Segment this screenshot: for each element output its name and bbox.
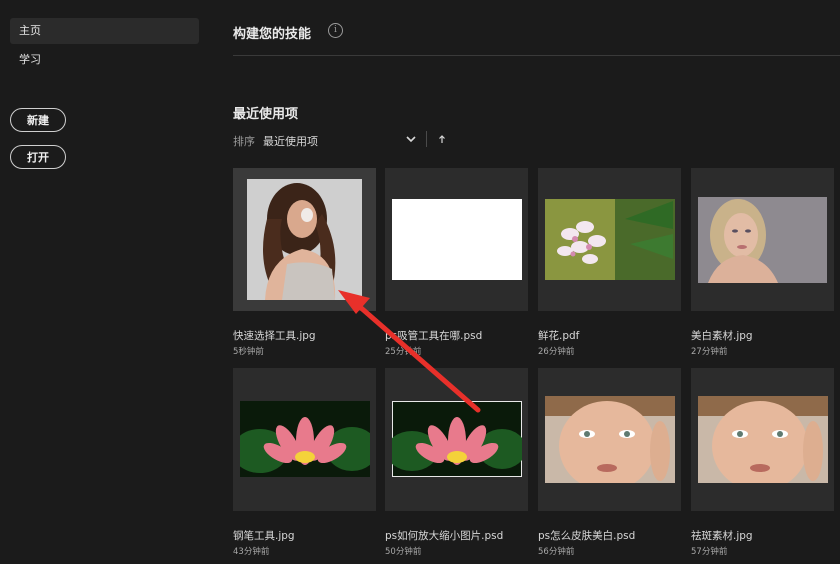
new-button[interactable]: 新建 [10, 108, 66, 132]
info-icon[interactable]: i [328, 23, 343, 38]
file-name[interactable]: 鲜花.pdf [538, 328, 579, 343]
sidebar-item-home[interactable]: 主页 [10, 18, 199, 44]
face-closeup-image [545, 396, 675, 483]
file-time: 56分钟前 [538, 547, 575, 557]
main-content: 构建您的技能 i 最近使用项 排序 最近使用项 快速选择工具.jpg 5秒钟前 [210, 0, 840, 564]
file-time: 57分钟前 [691, 547, 728, 557]
file-thumbnail[interactable] [385, 168, 528, 311]
portrait-woman-blonde-image [698, 197, 827, 283]
divider [233, 55, 840, 56]
file-time: 26分钟前 [538, 347, 575, 357]
lotus-flower-image [240, 401, 370, 477]
file-card[interactable]: ps怎么皮肤美白.psd 56分钟前 [538, 368, 681, 557]
file-thumbnail[interactable] [233, 168, 376, 311]
file-name[interactable]: 快速选择工具.jpg [233, 328, 316, 343]
file-name[interactable]: 美白素材.jpg [691, 328, 753, 343]
open-button[interactable]: 打开 [10, 145, 66, 169]
file-card[interactable]: 美白素材.jpg 27分钟前 [691, 168, 834, 357]
face-closeup-image [698, 396, 828, 483]
file-time: 27分钟前 [691, 347, 728, 357]
sort-direction-icon[interactable] [437, 133, 447, 145]
file-thumbnail[interactable] [385, 368, 528, 511]
file-thumbnail[interactable] [233, 368, 376, 511]
file-time: 25分钟前 [385, 347, 422, 357]
file-card[interactable]: 快速选择工具.jpg 5秒钟前 [233, 168, 376, 357]
file-card[interactable]: 祛斑素材.jpg 57分钟前 [691, 368, 834, 557]
blank-white-image [392, 199, 522, 280]
recent-title: 最近使用项 [233, 107, 299, 122]
portrait-woman-curly-image [247, 179, 362, 300]
frangipani-flower-image [545, 199, 675, 280]
skills-title: 构建您的技能 [233, 27, 312, 42]
file-name[interactable]: ps怎么皮肤美白.psd [538, 528, 635, 543]
file-card[interactable]: ps吸管工具在哪.psd 25分钟前 [385, 168, 528, 357]
file-thumbnail[interactable] [691, 368, 834, 511]
file-thumbnail[interactable] [538, 168, 681, 311]
file-time: 50分钟前 [385, 547, 422, 557]
chevron-down-icon[interactable] [406, 133, 416, 145]
file-name[interactable]: ps如何放大缩小图片.psd [385, 528, 503, 543]
file-name[interactable]: 祛斑素材.jpg [691, 528, 753, 543]
sort-label: 排序 [233, 135, 255, 148]
sort-dropdown[interactable]: 最近使用项 [263, 133, 318, 149]
sidebar-item-learn[interactable]: 学习 [10, 47, 199, 73]
file-time: 5秒钟前 [233, 347, 264, 357]
file-name[interactable]: 钢笔工具.jpg [233, 528, 295, 543]
lotus-flower-framed-image [392, 401, 522, 477]
file-thumbnail[interactable] [538, 368, 681, 511]
sidebar: 主页 学习 新建 打开 [0, 0, 210, 564]
file-card[interactable]: 钢笔工具.jpg 43分钟前 [233, 368, 376, 557]
file-name[interactable]: ps吸管工具在哪.psd [385, 328, 482, 343]
file-thumbnail[interactable] [691, 168, 834, 311]
file-time: 43分钟前 [233, 547, 270, 557]
sort-separator [426, 131, 427, 147]
file-card[interactable]: ps如何放大缩小图片.psd 50分钟前 [385, 368, 528, 557]
file-card[interactable]: 鲜花.pdf 26分钟前 [538, 168, 681, 357]
